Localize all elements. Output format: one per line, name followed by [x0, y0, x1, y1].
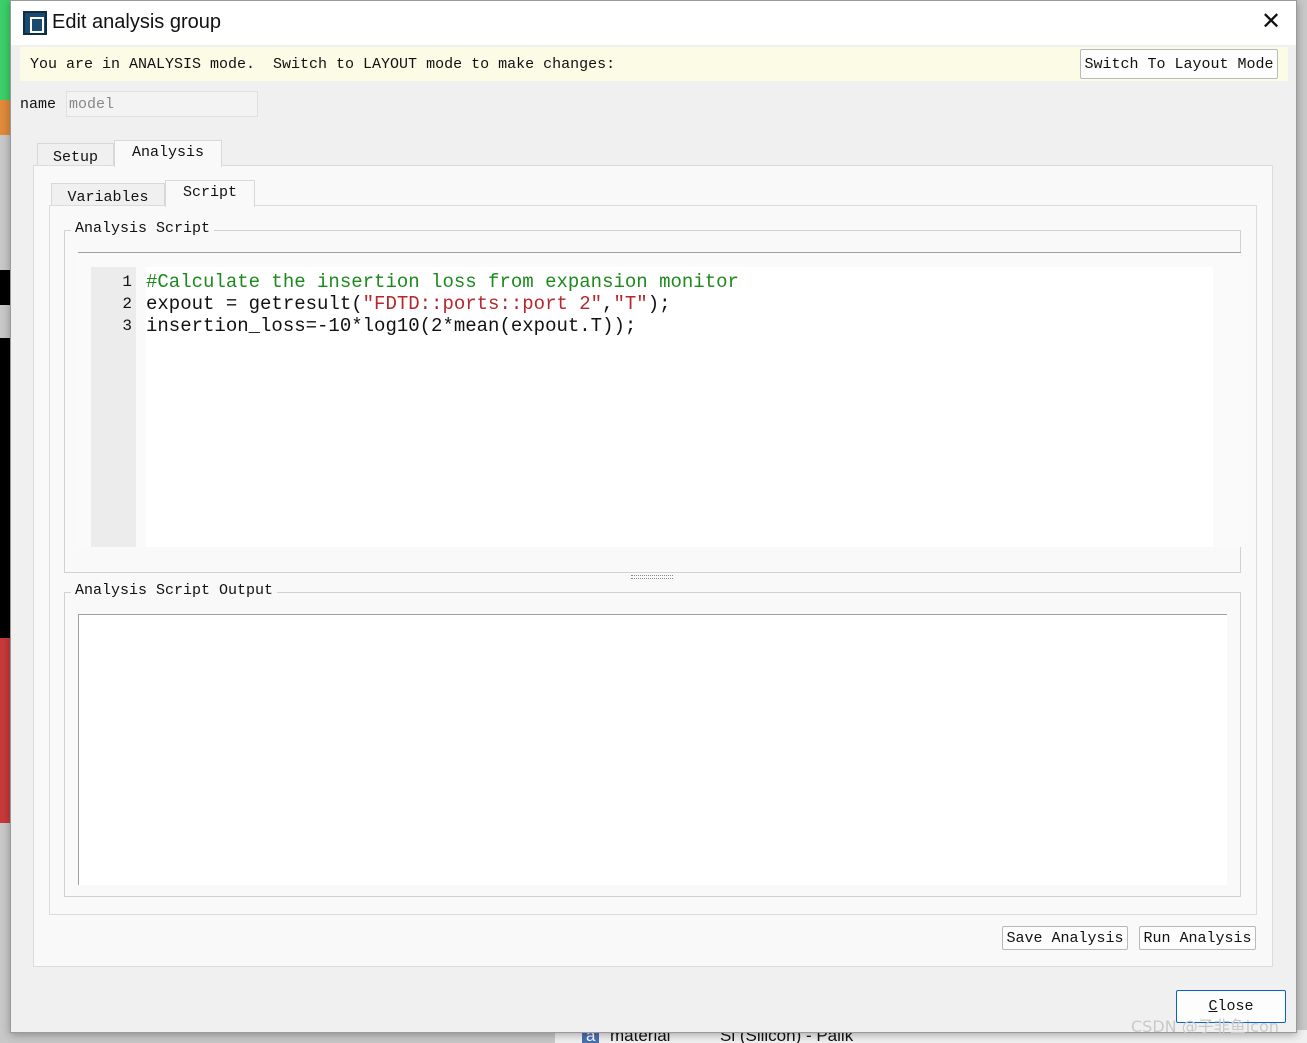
line-number: 2: [122, 295, 132, 313]
switch-to-layout-mode-button[interactable]: Switch To Layout Mode: [1080, 49, 1278, 79]
code-token: );: [647, 293, 671, 315]
code-token: insertion_loss=-10*log10(2*mean(expout.T…: [146, 315, 637, 337]
tab-analysis[interactable]: Analysis: [114, 140, 222, 167]
mode-message: You are in ANALYSIS mode. Switch to LAYO…: [30, 56, 616, 73]
run-analysis-button[interactable]: Run Analysis: [1139, 926, 1256, 950]
script-output-area[interactable]: [78, 614, 1227, 885]
tab-setup[interactable]: Setup: [37, 143, 114, 166]
name-input[interactable]: [66, 91, 258, 117]
watermark: CSDN @子非鱼icon: [1131, 1017, 1279, 1036]
code-line: #Calculate the insertion loss from expan…: [146, 271, 1213, 293]
line-number: 1: [122, 273, 132, 291]
line-number: 3: [122, 317, 132, 335]
title-bar[interactable]: Edit analysis group ✕: [11, 1, 1296, 45]
name-label: name: [20, 96, 57, 113]
code-token: expout = getresult(: [146, 293, 363, 315]
code-token: ,: [602, 293, 614, 315]
analysis-script-label: Analysis Script: [71, 220, 215, 237]
analysis-script-output-label: Analysis Script Output: [71, 582, 278, 599]
edit-analysis-group-dialog: Edit analysis group ✕ You are in ANALYSI…: [10, 0, 1297, 1033]
code-line: insertion_loss=-10*log10(2*mean(expout.T…: [146, 315, 1213, 337]
mode-banner: You are in ANALYSIS mode. Switch to LAYO…: [20, 47, 1288, 81]
script-editor[interactable]: 1 2 3 #Calculate the insertion loss from e…: [78, 252, 1241, 547]
code-string: "T": [613, 293, 648, 315]
dialog-title: Edit analysis group: [52, 11, 221, 33]
code-string: "FDTD::ports::port 2": [362, 293, 603, 315]
app-icon: [23, 11, 47, 35]
splitter-handle[interactable]: [631, 575, 673, 579]
tab-script[interactable]: Script: [165, 180, 255, 207]
code-comment: #Calculate the insertion loss from expan…: [146, 271, 739, 293]
code-area[interactable]: #Calculate the insertion loss from expan…: [146, 267, 1213, 547]
close-icon[interactable]: ✕: [1261, 7, 1281, 35]
tab-variables[interactable]: Variables: [51, 183, 165, 206]
code-line: expout = getresult("FDTD::ports::port 2"…: [146, 293, 1213, 315]
save-analysis-button[interactable]: Save Analysis: [1002, 926, 1128, 950]
line-number-gutter: 1 2 3: [91, 267, 136, 547]
